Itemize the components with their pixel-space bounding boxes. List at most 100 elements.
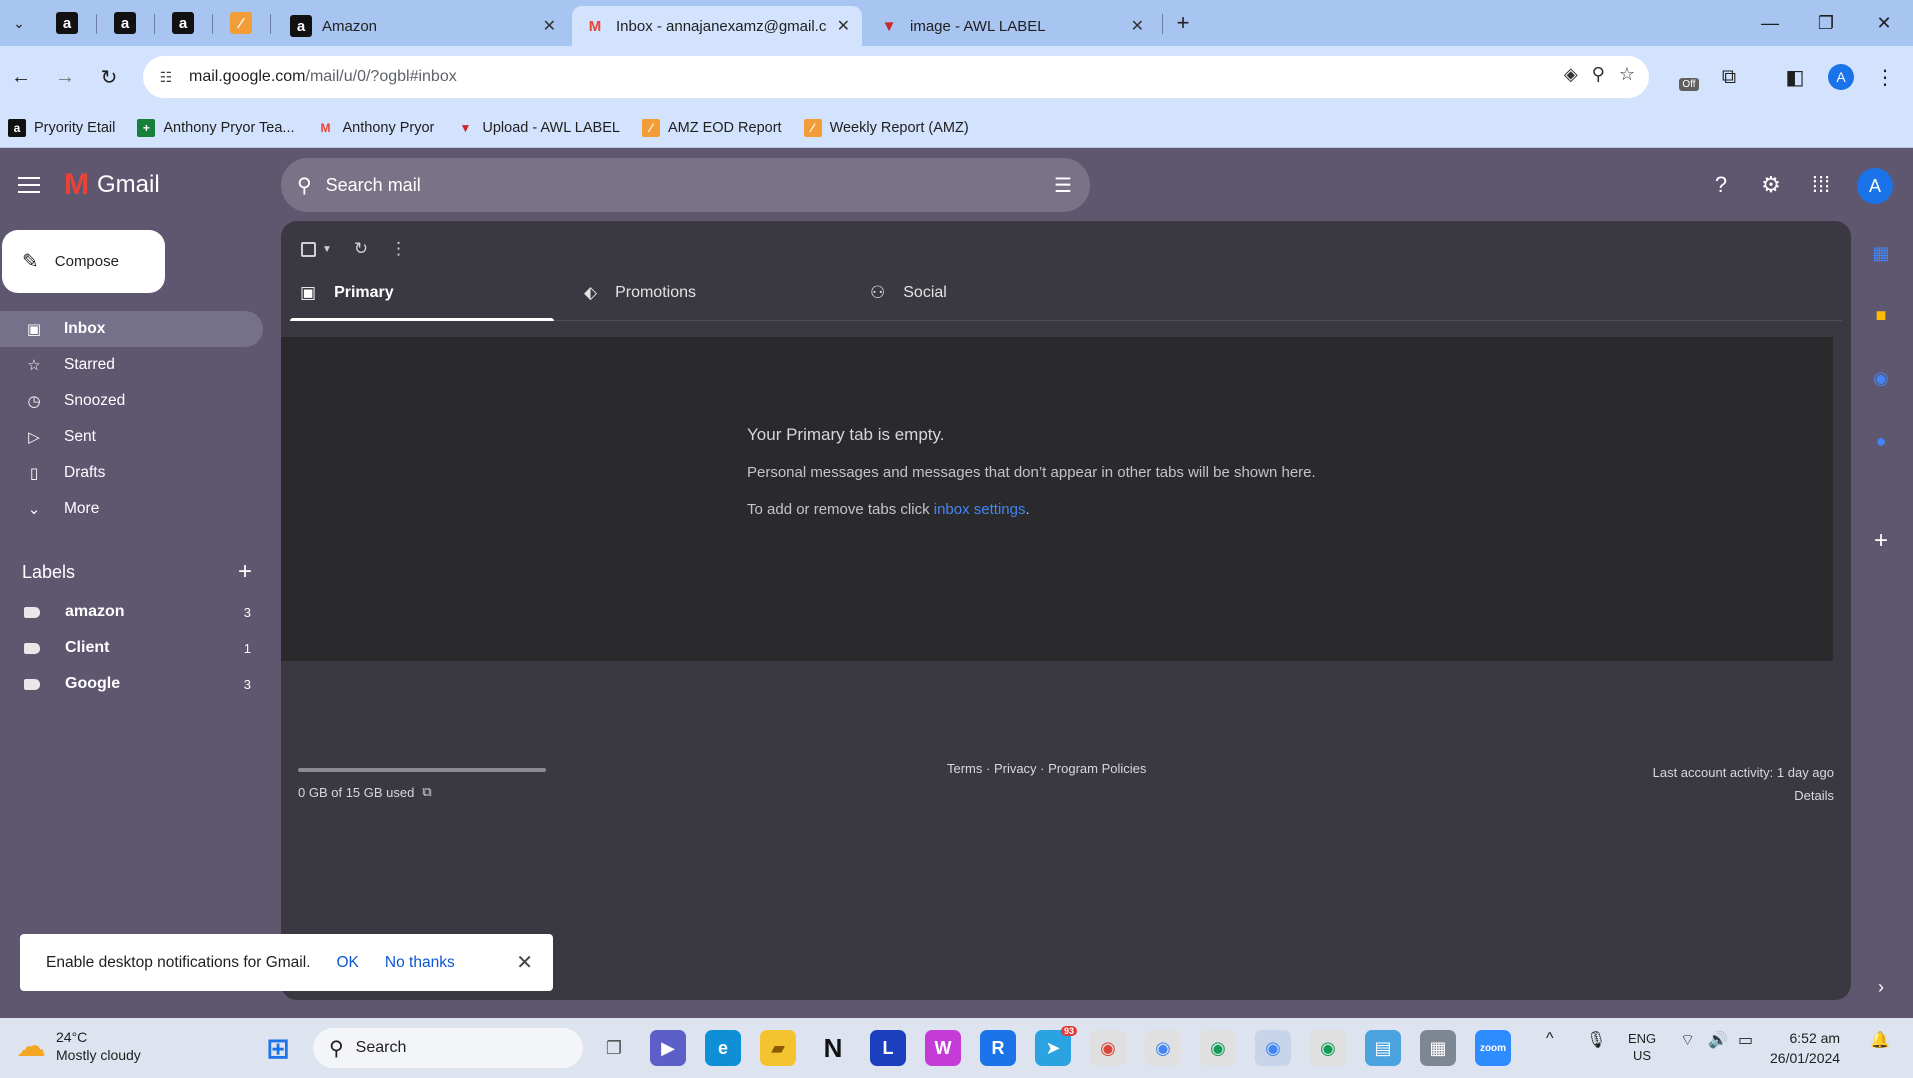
open-in-new-icon[interactable]: ⧉	[422, 784, 431, 800]
notification-ok-button[interactable]: OK	[337, 954, 359, 972]
lens-icon[interactable]: ◈	[1564, 64, 1578, 85]
calculator-icon[interactable]: ▦	[1420, 1030, 1456, 1066]
bookmark-upload-awl-label[interactable]: ▼ Upload - AWL LABEL	[456, 119, 620, 137]
telegram-icon[interactable]: ➤ 93	[1035, 1026, 1077, 1066]
zoom-icon[interactable]: zoom	[1475, 1030, 1511, 1066]
label-google[interactable]: Google 3	[0, 666, 263, 702]
windows-start-icon[interactable]: ⊞	[260, 1030, 296, 1066]
keep-icon[interactable]: ■	[1866, 300, 1896, 330]
profile-button[interactable]: A	[1824, 60, 1858, 94]
tab-search-chevron-icon[interactable]: ⌄	[4, 8, 34, 38]
pinned-tab-amazon-1[interactable]: a	[52, 8, 82, 38]
battery-icon[interactable]: ▭	[1738, 1030, 1753, 1050]
expand-panel-chevron-icon[interactable]: ›	[1866, 972, 1896, 1002]
tab-amazon[interactable]: a Amazon ✕	[278, 6, 568, 46]
notification-no-thanks-button[interactable]: No thanks	[385, 954, 455, 972]
restore-icon[interactable]: ❐	[1806, 8, 1846, 38]
label-amazon[interactable]: amazon 3	[0, 594, 263, 630]
footer-links[interactable]: Terms · Privacy · Program Policies	[947, 761, 1146, 776]
weather-widget[interactable]: ☁ 24°C Mostly cloudy	[16, 1028, 141, 1064]
create-label-plus-icon[interactable]: +	[238, 558, 252, 586]
chrome-icon[interactable]: ◉	[1200, 1030, 1236, 1066]
sidebar-item-more[interactable]: ⌄ More	[0, 491, 263, 527]
wifi-icon[interactable]: ⌔	[1680, 1030, 1695, 1050]
address-bar[interactable]: ☷ mail.google.com/mail/u/0/?ogbl#inbox ◈…	[143, 56, 1649, 98]
zoom-icon[interactable]: ⚲	[1592, 64, 1605, 85]
search-icon[interactable]: ⚲	[297, 173, 312, 198]
close-tab-icon[interactable]: ✕	[543, 16, 556, 36]
chrome-icon[interactable]: ◉	[1145, 1030, 1181, 1066]
more-vert-icon[interactable]: ⋮	[1868, 60, 1902, 94]
contacts-icon[interactable]: ●	[1866, 426, 1896, 456]
new-tab-plus-icon[interactable]: +	[1168, 8, 1198, 38]
gmail-logo[interactable]: M Gmail	[64, 168, 160, 202]
notepad-icon[interactable]: ▤	[1365, 1030, 1401, 1066]
clock[interactable]: 6:52 am 26/01/2024	[1770, 1028, 1840, 1068]
tab-gmail-inbox[interactable]: M Inbox - annajanexamz@gmail.c ✕	[572, 6, 862, 46]
extension-off-icon[interactable]: Off	[1672, 60, 1706, 94]
back-arrow-icon[interactable]: ←	[4, 60, 38, 94]
search-options-icon[interactable]: ☰	[1054, 173, 1072, 198]
close-window-icon[interactable]: ✕	[1864, 8, 1904, 38]
sidebar-item-starred[interactable]: ☆ Starred	[0, 347, 263, 383]
bookmark-amz-eod-report[interactable]: ⁄ AMZ EOD Report	[641, 118, 782, 137]
sidebar-item-drafts[interactable]: ▯ Drafts	[0, 455, 263, 491]
taskbar-search[interactable]: ⚲ Search	[313, 1028, 583, 1068]
help-icon[interactable]: ?	[1706, 170, 1736, 200]
compose-button[interactable]: ✎ Compose	[2, 230, 165, 293]
bookmark-weekly-report[interactable]: ⁄ Weekly Report (AMZ)	[803, 118, 969, 137]
search-bar[interactable]: ⚲ ☰	[281, 158, 1090, 212]
pinned-tab-amazon-2[interactable]: a	[110, 8, 140, 38]
teams-icon[interactable]: ▶	[650, 1030, 686, 1066]
sidebar-item-inbox[interactable]: ▣ Inbox	[0, 311, 263, 347]
notion-icon[interactable]: N	[815, 1030, 851, 1066]
more-vert-icon[interactable]: ⋮	[390, 239, 407, 259]
close-tab-icon[interactable]: ✕	[837, 16, 850, 36]
tasks-icon[interactable]: ◉	[1866, 363, 1896, 393]
reload-icon[interactable]: ↻	[92, 60, 126, 94]
main-menu-icon[interactable]	[18, 170, 48, 200]
tab-social[interactable]: ⚇ Social	[870, 265, 947, 321]
tray-chevron-up-icon[interactable]: ^	[1546, 1030, 1554, 1048]
l-app-icon[interactable]: L	[870, 1030, 906, 1066]
bookmark-anthony-pryor[interactable]: M Anthony Pryor	[317, 119, 435, 137]
close-icon[interactable]: ✕	[516, 950, 533, 975]
chrome-icon[interactable]: ◉	[1310, 1030, 1346, 1066]
inbox-settings-link[interactable]: inbox settings	[934, 501, 1026, 518]
site-info-icon[interactable]: ☷	[153, 64, 179, 90]
r-app-icon[interactable]: R	[980, 1030, 1016, 1066]
minimize-icon[interactable]: —	[1750, 8, 1790, 38]
file-explorer-icon[interactable]: ▰	[760, 1030, 796, 1066]
account-avatar[interactable]: A	[1857, 168, 1893, 204]
notification-bell-icon[interactable]: 🔔	[1870, 1030, 1890, 1050]
side-panel-icon[interactable]: ◧	[1778, 60, 1812, 94]
close-tab-icon[interactable]: ✕	[1131, 16, 1144, 36]
language-indicator[interactable]: ENG US	[1628, 1030, 1656, 1064]
details-link[interactable]: Details	[1653, 784, 1834, 807]
search-input[interactable]	[325, 174, 1006, 196]
volume-icon[interactable]: 🔊	[1708, 1030, 1728, 1050]
pinned-tab-report[interactable]: ⁄	[226, 8, 256, 38]
forward-arrow-icon[interactable]: →	[48, 60, 82, 94]
refresh-icon[interactable]: ↻	[354, 239, 368, 259]
settings-gear-icon[interactable]: ⚙	[1756, 170, 1786, 200]
select-checkbox-dropdown[interactable]: ▼	[301, 241, 332, 257]
apps-grid-icon[interactable]: ⁞⁞⁞	[1806, 170, 1836, 200]
bookmark-pryority-etail[interactable]: a Pryority Etail	[8, 118, 115, 137]
tab-primary[interactable]: ▣ Primary	[300, 265, 394, 321]
edge-icon[interactable]: e	[705, 1030, 741, 1066]
sidebar-item-snoozed[interactable]: ◷ Snoozed	[0, 383, 263, 419]
tab-awl-label[interactable]: ▼ image - AWL LABEL ✕	[866, 6, 1156, 46]
chrome-icon[interactable]: ◉	[1090, 1030, 1126, 1066]
calendar-icon[interactable]: ▦	[1866, 238, 1896, 268]
sidebar-item-sent[interactable]: ▷ Sent	[0, 419, 263, 455]
pinned-tab-amazon-3[interactable]: a	[168, 8, 198, 38]
tab-promotions[interactable]: ⬖ Promotions	[584, 265, 696, 321]
bookmark-star-icon[interactable]: ☆	[1619, 64, 1635, 85]
microphone-icon[interactable]: 🎙	[1586, 1030, 1606, 1050]
task-view-icon[interactable]: ❐	[596, 1030, 632, 1066]
bookmark-anthony-pryor-team[interactable]: + Anthony Pryor Tea...	[137, 118, 295, 137]
url-text[interactable]: mail.google.com/mail/u/0/?ogbl#inbox	[189, 68, 457, 86]
wps-icon[interactable]: W	[925, 1030, 961, 1066]
label-client[interactable]: Client 1	[0, 630, 263, 666]
